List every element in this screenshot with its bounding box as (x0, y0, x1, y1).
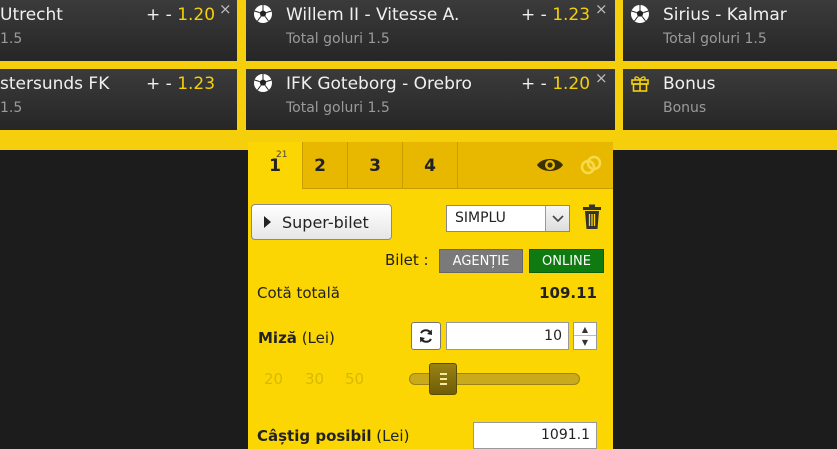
selection-odds: + - 1.23 (521, 5, 591, 25)
super-bilet-label: Super-bilet (282, 212, 369, 232)
bet-type-select[interactable]: SIMPLU (446, 205, 570, 232)
selection-card[interactable]: Utrecht 1.5 + - 1.20 × (0, 0, 237, 61)
stake-label: Miză (Lei) (258, 329, 335, 347)
eye-icon[interactable] (536, 155, 564, 175)
total-odds-value: 109.11 (539, 284, 597, 302)
tab-label: 4 (424, 155, 436, 176)
quick-stake-20[interactable]: 20 (264, 370, 283, 388)
selection-odds: + - 1.20 (146, 5, 216, 25)
selection-count-badge: 21 (276, 150, 288, 160)
selection-odds: + - 1.20 (521, 74, 591, 94)
selections-panel: Utrecht 1.5 + - 1.20 × Willem II - Vites… (0, 0, 837, 150)
decrement-icon[interactable]: ▼ (574, 336, 596, 349)
super-bilet-button[interactable]: Super-bilet (251, 204, 392, 240)
play-icon (264, 216, 271, 228)
selection-market: 1.5 (0, 100, 23, 116)
selection-card[interactable]: stersunds FK 1.5 + - 1.23 (0, 69, 237, 130)
total-odds-label: Cotă totală (257, 284, 340, 302)
bet-type-value: SIMPLU (455, 210, 506, 226)
quick-stake-30[interactable]: 30 (305, 370, 324, 388)
selection-card[interactable]: Willem II - Vitesse A. Total goluri 1.5 … (246, 0, 615, 61)
betslip-tabs: 1 21 2 3 4 (248, 142, 613, 189)
bilet-label: Bilet : (385, 251, 429, 269)
chevron-down-icon (545, 206, 569, 231)
page-background (0, 150, 248, 449)
selection-title: stersunds FK (0, 74, 110, 94)
gift-icon (631, 76, 649, 92)
stake-slider-handle[interactable] (429, 363, 458, 395)
selection-title: Sirius - Kalmar (663, 5, 787, 25)
stake-input[interactable]: 10 (446, 322, 569, 350)
selection-market: Total goluri 1.5 (286, 31, 390, 47)
increment-icon[interactable]: ▲ (574, 323, 596, 336)
betslip: 1 21 2 3 4 Super-bilet SIMPLU Bilet: AG… (248, 142, 613, 449)
selection-market: 1.5 (0, 31, 23, 47)
selection-card[interactable]: Sirius - Kalmar Total goluri 1.5 (623, 0, 837, 61)
bonus-title: Bonus (663, 74, 716, 94)
football-icon (631, 5, 649, 23)
bonus-card[interactable]: Bonus Bonus (623, 69, 837, 130)
potential-win-label: Câștig posibil (Lei) (257, 427, 410, 445)
tab-slip-2[interactable]: 2 (293, 142, 348, 189)
tab-label: 2 (314, 155, 326, 176)
refresh-icon (420, 329, 432, 343)
selection-market: Total goluri 1.5 (663, 31, 767, 47)
remove-selection-icon[interactable]: × (219, 0, 232, 18)
selection-odds: + - 1.23 (146, 74, 216, 94)
football-icon (254, 74, 272, 92)
remove-selection-icon[interactable]: × (595, 0, 608, 18)
tab-slip-3[interactable]: 3 (348, 142, 403, 189)
selection-title: Utrecht (0, 5, 63, 25)
football-icon (254, 5, 272, 23)
tab-label: 3 (369, 155, 381, 176)
selection-title: IFK Goteborg - Orebro (286, 74, 472, 94)
selection-card[interactable]: IFK Goteborg - Orebro Total goluri 1.5 +… (246, 69, 615, 130)
potential-win-value: 1091.1 (473, 422, 597, 449)
quick-stake-50[interactable]: 50 (345, 370, 364, 388)
tab-slip-4[interactable]: 4 (403, 142, 458, 189)
selection-market: Total goluri 1.5 (286, 100, 390, 116)
stake-stepper[interactable]: ▲ ▼ (573, 322, 597, 350)
online-button[interactable]: ONLINE (529, 249, 604, 273)
refresh-stake-button[interactable] (411, 322, 441, 350)
selection-title: Willem II - Vitesse A. (286, 5, 460, 25)
agentie-button[interactable]: AGENȚIE (439, 249, 523, 273)
link-icon[interactable] (579, 153, 603, 177)
bonus-subtitle: Bonus (663, 100, 707, 116)
remove-selection-icon[interactable]: × (595, 69, 608, 87)
trash-icon[interactable] (581, 204, 603, 230)
